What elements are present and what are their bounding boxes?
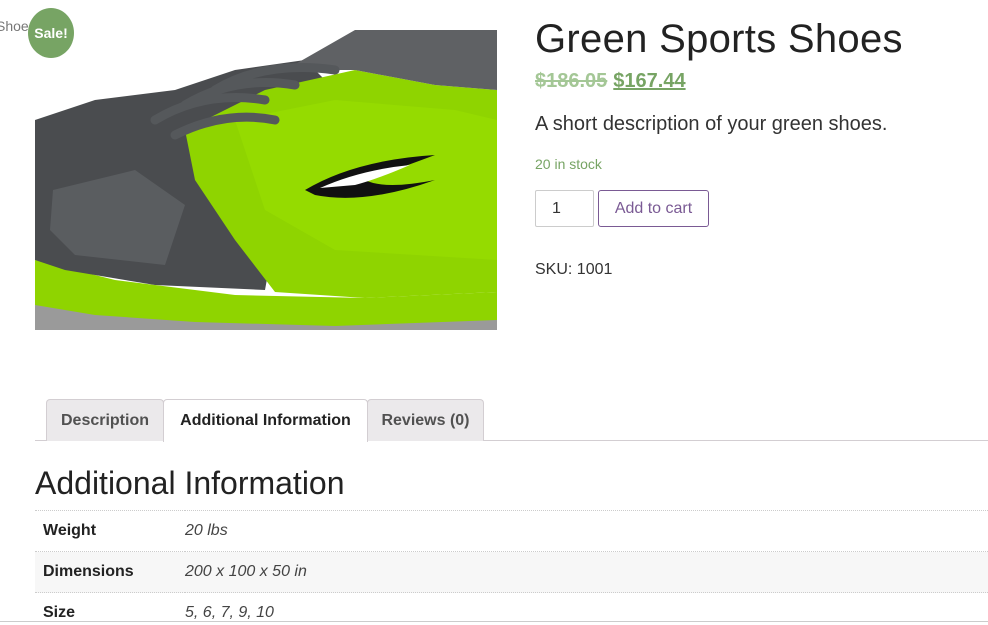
original-price: $186.05	[535, 70, 608, 92]
short-description: A short description of your green shoes.	[535, 113, 888, 135]
attribute-label: Weight	[43, 522, 97, 539]
attributes-table: Weight 20 lbs Dimensions 200 x 100 x 50 …	[35, 510, 988, 625]
product-title: Green Sports Shoes	[535, 17, 903, 61]
add-to-cart-form: Add to cart	[535, 190, 975, 227]
tab-description[interactable]: Description	[46, 399, 164, 441]
sale-badge: Sale!	[28, 8, 74, 58]
attribute-value: 200 x 100 x 50 in	[185, 563, 307, 580]
tab-reviews[interactable]: Reviews (0)	[367, 399, 484, 441]
sale-price: $167.44	[613, 70, 686, 92]
attribute-label: Dimensions	[43, 563, 134, 580]
product-tabs: Description Additional Information Revie…	[35, 399, 988, 442]
sku: SKU: 1001	[535, 261, 613, 278]
add-to-cart-button[interactable]: Add to cart	[598, 190, 709, 227]
price: $186.05 $167.44	[535, 70, 975, 93]
table-row: Dimensions 200 x 100 x 50 in	[35, 551, 988, 593]
additional-information-title: Additional Information	[35, 465, 345, 501]
divider	[0, 621, 988, 622]
stock-status: 20 in stock	[535, 156, 602, 172]
quantity-input[interactable]	[535, 190, 594, 227]
product-image[interactable]	[35, 30, 497, 342]
product-summary: Green Sports Shoes $186.05 $167.44 A shor…	[535, 14, 975, 279]
attribute-value: 20 lbs	[185, 522, 228, 539]
tab-additional-information[interactable]: Additional Information	[163, 399, 368, 442]
table-row: Weight 20 lbs	[35, 510, 988, 552]
shoe-illustration	[35, 30, 497, 330]
breadcrumb[interactable]: Shoe	[0, 18, 29, 34]
